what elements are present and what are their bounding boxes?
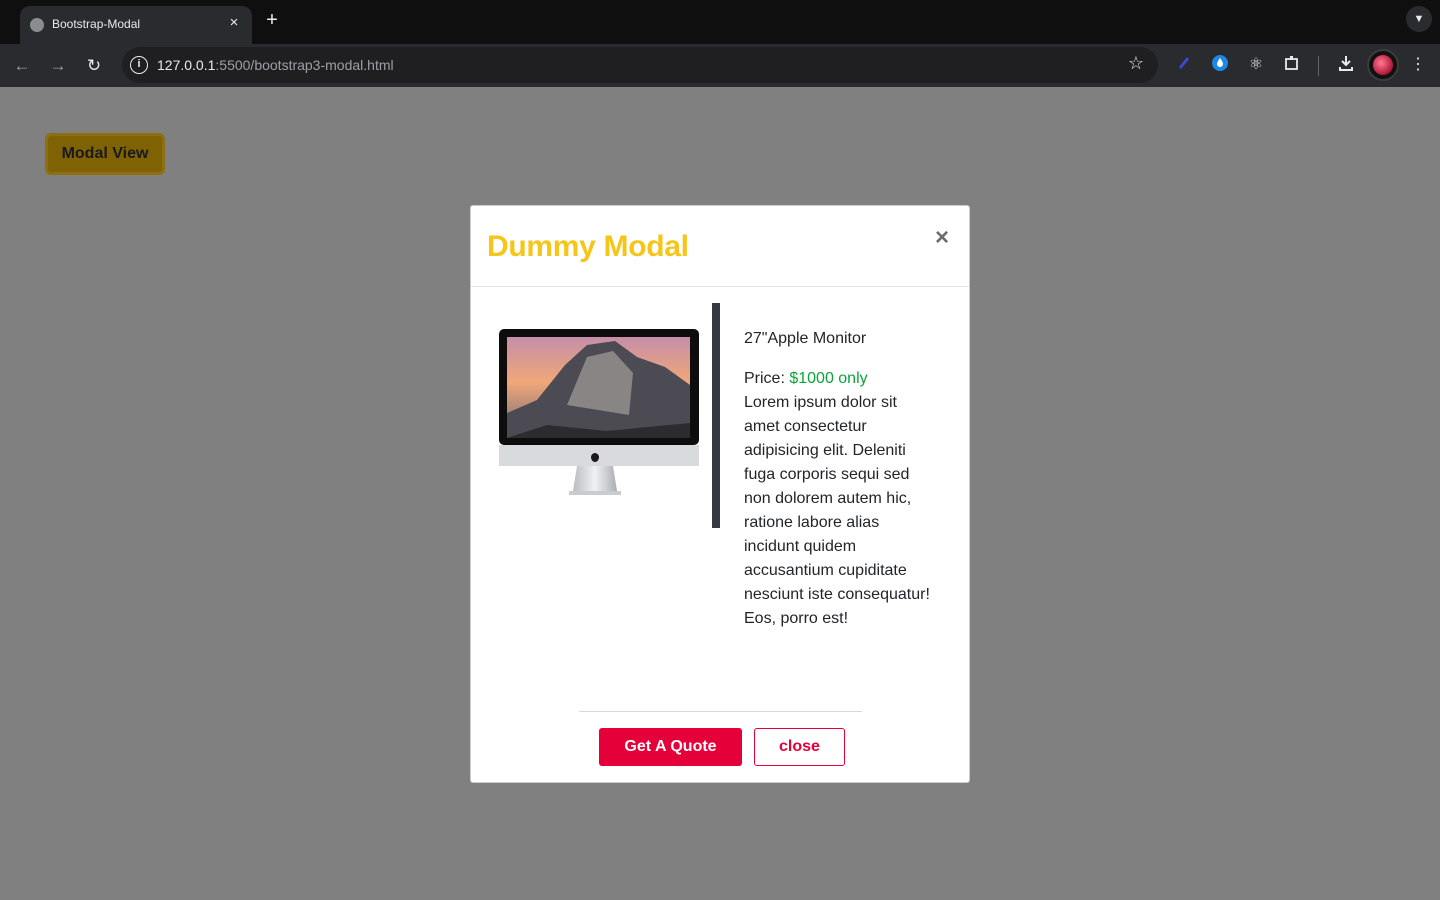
- star-icon[interactable]: ☆: [1128, 53, 1144, 74]
- close-button[interactable]: close: [754, 728, 845, 766]
- extensions-puzzle-icon[interactable]: [1281, 54, 1303, 76]
- drop-extension-icon[interactable]: [1209, 54, 1231, 76]
- modal-view-button[interactable]: Modal View: [45, 133, 165, 175]
- reload-icon[interactable]: ↻: [80, 52, 108, 80]
- product-details: 27"Apple Monitor Price: $1000 only Lorem…: [744, 327, 934, 631]
- back-icon[interactable]: ←: [8, 52, 36, 80]
- price-line: Price: $1000 only: [744, 367, 934, 391]
- tab-title: Bootstrap-Modal: [52, 17, 141, 31]
- pen-extension-icon[interactable]: [1173, 54, 1195, 76]
- product-description: Lorem ipsum dolor sit amet consectetur a…: [744, 394, 930, 627]
- footer-divider: [579, 711, 862, 712]
- browser-tab-strip: Bootstrap-Modal × + ▼: [0, 0, 1440, 44]
- kebab-menu-icon[interactable]: ⋮: [1407, 54, 1429, 76]
- product-name: 27"Apple Monitor: [744, 330, 867, 347]
- avatar-image: [1373, 55, 1393, 75]
- modal-close-icon[interactable]: ×: [935, 224, 949, 252]
- price-value: $1000 only: [789, 370, 868, 387]
- toolbar-divider: [1318, 56, 1319, 76]
- tab-search-chevron-icon[interactable]: ▼: [1406, 6, 1432, 32]
- download-icon[interactable]: [1335, 54, 1357, 76]
- globe-icon: [30, 18, 44, 32]
- info-icon[interactable]: i: [130, 56, 148, 74]
- profile-avatar[interactable]: [1367, 49, 1399, 81]
- url-text: 127.0.0.1:5500/bootstrap3-modal.html: [157, 57, 394, 73]
- vertical-divider: [712, 303, 720, 528]
- address-bar[interactable]: i 127.0.0.1:5500/bootstrap3-modal.html ☆: [122, 47, 1158, 83]
- tab-close-icon[interactable]: ×: [224, 13, 244, 33]
- new-tab-icon[interactable]: +: [262, 10, 282, 30]
- browser-toolbar: ← → ↻ i 127.0.0.1:5500/bootstrap3-modal.…: [0, 44, 1440, 87]
- get-quote-button[interactable]: Get A Quote: [599, 728, 742, 766]
- modal-dialog: Dummy Modal × 27"Apple Monitor Price: $1…: [470, 205, 970, 783]
- browser-tab[interactable]: Bootstrap-Modal ×: [20, 6, 252, 44]
- url-host: 127.0.0.1: [157, 57, 216, 73]
- react-extension-icon[interactable]: ⚛: [1245, 54, 1267, 76]
- forward-icon[interactable]: →: [44, 52, 72, 80]
- url-path: :5500/bootstrap3-modal.html: [215, 57, 394, 73]
- monitor-product-image: [487, 305, 703, 517]
- modal-header: Dummy Modal ×: [471, 206, 969, 287]
- price-label: Price:: [744, 370, 790, 387]
- modal-title: Dummy Modal: [487, 230, 689, 263]
